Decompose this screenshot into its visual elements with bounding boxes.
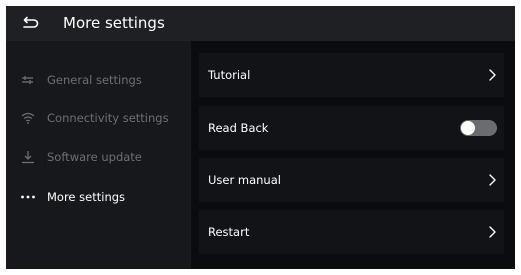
chevron-right-icon xyxy=(487,68,497,82)
sidebar-item-more-settings[interactable]: More settings xyxy=(6,181,191,213)
page-title: More settings xyxy=(63,14,165,32)
chevron-right-icon xyxy=(487,225,497,239)
wifi-icon xyxy=(20,111,36,125)
sidebar-item-label: More settings xyxy=(47,190,126,204)
header-bar: More settings xyxy=(6,6,515,41)
sidebar: General settings Connectivity settings S… xyxy=(6,41,191,269)
sidebar-item-software-update[interactable]: Software update xyxy=(6,141,191,173)
back-arrow-icon xyxy=(23,16,39,28)
sidebar-item-label: General settings xyxy=(47,73,142,87)
chevron-right-icon xyxy=(487,173,497,187)
toggle-knob xyxy=(461,121,475,135)
restart-row[interactable]: Restart xyxy=(199,210,504,254)
sliders-icon xyxy=(20,73,36,87)
tutorial-row[interactable]: Tutorial xyxy=(199,53,504,97)
row-label: User manual xyxy=(208,173,281,187)
download-icon xyxy=(20,150,36,164)
read-back-toggle[interactable] xyxy=(460,120,497,136)
row-label: Read Back xyxy=(208,121,269,135)
read-back-row: Read Back xyxy=(199,106,504,150)
user-manual-row[interactable]: User manual xyxy=(199,158,504,202)
back-button[interactable] xyxy=(20,14,40,34)
sidebar-item-label: Connectivity settings xyxy=(47,111,169,125)
sidebar-item-connectivity-settings[interactable]: Connectivity settings xyxy=(6,102,191,134)
sidebar-item-general-settings[interactable]: General settings xyxy=(6,64,191,96)
more-dots-icon xyxy=(20,190,36,204)
row-label: Restart xyxy=(208,225,250,239)
row-label: Tutorial xyxy=(208,68,251,82)
settings-screen: More settings General settings Connectiv… xyxy=(6,6,515,269)
sidebar-item-label: Software update xyxy=(47,150,142,164)
